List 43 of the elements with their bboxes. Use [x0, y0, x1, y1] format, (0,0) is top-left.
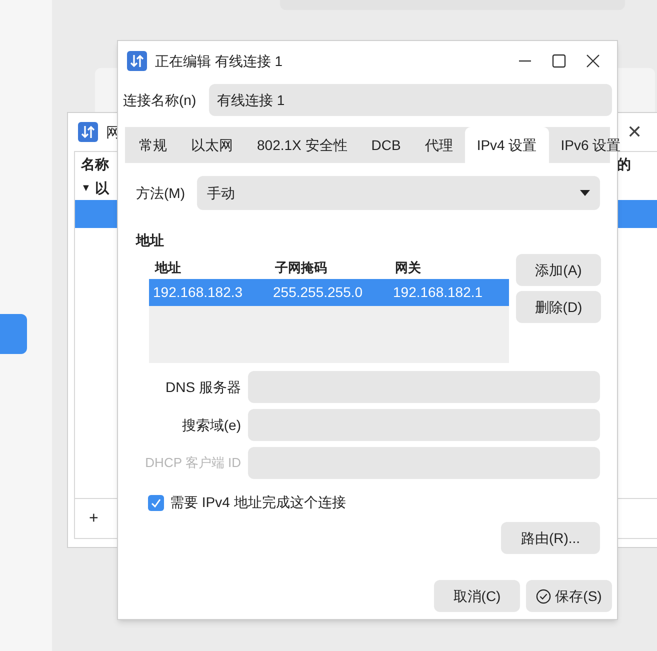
check-circle-icon	[536, 588, 552, 604]
checkbox-label: 需要 IPv4 地址完成这个连接	[170, 493, 346, 512]
input-field[interactable]	[248, 371, 600, 403]
input-field[interactable]	[248, 447, 600, 479]
tab[interactable]: IPv4 设置	[464, 127, 549, 163]
checkmark-icon	[150, 496, 162, 508]
save-button[interactable]: 保存(S)	[526, 580, 612, 612]
column-header[interactable]: 子网掩码	[269, 258, 389, 278]
field-label: 连接名称(n)	[123, 90, 198, 110]
field-label: DNS 服务器	[164, 378, 241, 396]
add-button[interactable]: +	[89, 506, 98, 530]
tab[interactable]: 802.1X 安全性	[245, 127, 360, 163]
connection-name-field[interactable]: 有线连接 1	[209, 84, 612, 116]
tab[interactable]: 常规	[127, 127, 179, 163]
caret-icon	[580, 190, 590, 196]
field-label: 搜索域(e)	[180, 416, 241, 435]
table-cell-text: 192.168.182.3	[152, 283, 244, 302]
close-icon[interactable]: ✕	[627, 118, 642, 146]
close-icon[interactable]	[586, 54, 600, 68]
expand-icon[interactable]: ▼	[81, 180, 91, 196]
section-heading: 地址	[136, 231, 165, 250]
network-icon	[127, 51, 147, 71]
maximize-icon[interactable]	[552, 54, 566, 68]
group-label: 以	[94, 178, 109, 198]
routes-button[interactable]: 路由(R)...	[501, 522, 600, 554]
column-header[interactable]: 名称	[81, 154, 109, 174]
cancel-button[interactable]: 取消(C)	[434, 580, 520, 612]
tab[interactable]: 代理	[412, 127, 465, 163]
column-header[interactable]: 地址	[149, 258, 269, 278]
network-icon	[78, 122, 98, 142]
tab[interactable]: DCB	[359, 127, 413, 163]
method-dropdown[interactable]: 手动	[197, 176, 600, 210]
field-label: DHCP 客户端 ID	[144, 454, 241, 472]
input-field[interactable]	[248, 409, 600, 441]
table-cell-text: 255.255.255.0	[272, 283, 364, 302]
dialog-title: 正在编辑 有线连接 1	[155, 52, 283, 70]
column-header[interactable]: 网关	[389, 258, 509, 278]
table-action-button[interactable]: 删除(D)	[516, 291, 601, 323]
table-cell-text: 192.168.182.1	[392, 283, 484, 302]
tab[interactable]: 以太网	[179, 127, 245, 163]
field-label: 方法(M)	[136, 184, 185, 203]
checkbox[interactable]	[148, 494, 164, 510]
table-action-button[interactable]: 添加(A)	[516, 254, 601, 286]
